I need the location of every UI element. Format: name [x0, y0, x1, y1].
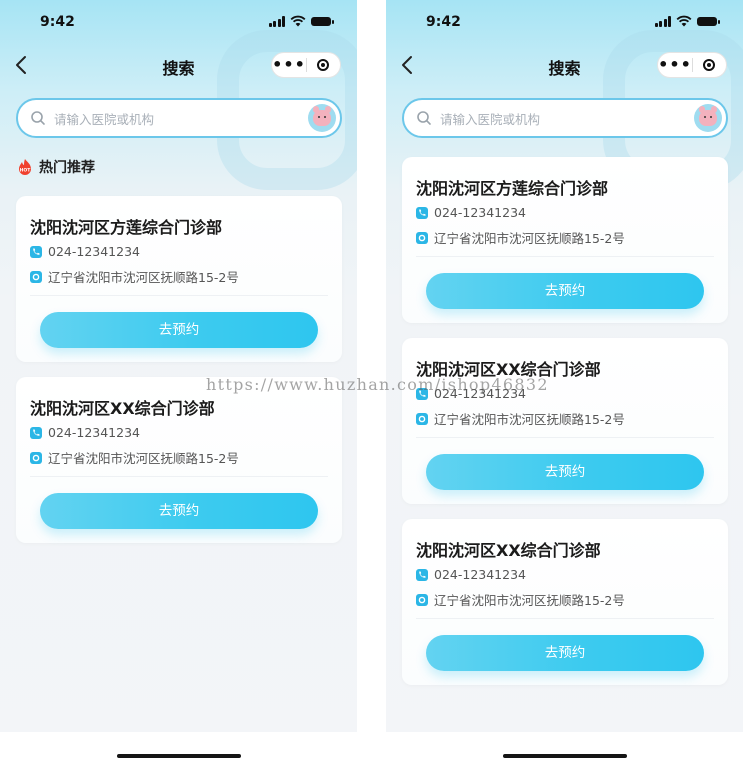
clinic-address-row: 辽宁省沈阳市沈河区抚顺路15-2号	[30, 267, 239, 286]
status-time: 9:42	[40, 14, 75, 30]
back-arrow-icon[interactable]	[12, 54, 32, 76]
search-icon	[417, 111, 431, 125]
clinic-address-row: 辽宁省沈阳市沈河区抚顺路15-2号	[416, 409, 625, 428]
phone-icon	[30, 245, 42, 258]
clinic-address-row: 辽宁省沈阳市沈河区抚顺路15-2号	[416, 590, 625, 609]
miniprogram-capsule: •••	[271, 52, 341, 78]
search-bar[interactable]: 请输入医院或机构	[402, 98, 728, 138]
card-divider	[30, 476, 328, 477]
clinic-card[interactable]: 沈阳沈河区XX综合门诊部 024-12341234 辽宁省沈阳市沈河区抚顺路15…	[16, 377, 342, 543]
clinic-name: 沈阳沈河区方莲综合门诊部	[416, 179, 609, 198]
clinic-card[interactable]: 沈阳沈河区XX综合门诊部 024-12341234 辽宁省沈阳市沈河区抚顺路15…	[402, 338, 728, 504]
target-icon	[317, 59, 330, 71]
clinic-address: 辽宁省沈阳市沈河区抚顺路15-2号	[434, 231, 625, 246]
home-indicator[interactable]	[116, 754, 241, 758]
battery-icon	[697, 16, 720, 26]
clinic-address: 辽宁省沈阳市沈河区抚顺路15-2号	[434, 593, 625, 608]
system-status-icons	[654, 15, 720, 27]
book-appointment-button[interactable]: 去预约	[40, 312, 318, 348]
system-status-icons	[268, 15, 334, 27]
card-divider	[416, 256, 714, 257]
hot-recommend-label: 热门推荐	[39, 160, 95, 176]
location-pin-icon	[416, 231, 428, 244]
more-menu-button[interactable]: •••	[658, 55, 692, 75]
book-appointment-button[interactable]: 去预约	[426, 273, 704, 309]
target-icon	[703, 59, 716, 71]
clinic-phone: 024-12341234	[48, 425, 140, 440]
clinic-phone-row: 024-12341234	[416, 205, 526, 220]
status-time: 9:42	[426, 14, 461, 30]
watermark-text: https://www.huzhan.com/ishop46832	[206, 375, 549, 394]
clinic-phone-row: 024-12341234	[30, 425, 140, 440]
card-divider	[416, 437, 714, 438]
wifi-icon	[290, 15, 306, 27]
mascot-avatar[interactable]	[694, 104, 722, 132]
clinic-name: 沈阳沈河区XX综合门诊部	[416, 541, 601, 560]
battery-icon	[311, 16, 334, 26]
search-icon	[31, 111, 45, 125]
mascot-avatar[interactable]	[308, 104, 336, 132]
search-input[interactable]: 请输入医院或机构	[440, 109, 694, 128]
phone-icon	[416, 568, 428, 581]
miniprogram-capsule: •••	[657, 52, 727, 78]
back-arrow-icon[interactable]	[398, 54, 418, 76]
signal-icon	[654, 15, 671, 27]
close-miniprogram-button[interactable]	[307, 59, 340, 71]
location-pin-icon	[30, 451, 42, 464]
clinic-address: 辽宁省沈阳市沈河区抚顺路15-2号	[48, 451, 239, 466]
fire-icon: HOT	[19, 159, 32, 175]
card-divider	[416, 618, 714, 619]
clinic-address-row: 辽宁省沈阳市沈河区抚顺路15-2号	[416, 228, 625, 247]
clinic-address-row: 辽宁省沈阳市沈河区抚顺路15-2号	[30, 448, 239, 467]
wifi-icon	[676, 15, 692, 27]
clinic-phone: 024-12341234	[48, 244, 140, 259]
phone-icon	[416, 206, 428, 219]
bottom-bar	[0, 732, 357, 770]
home-indicator[interactable]	[502, 754, 627, 758]
book-appointment-button[interactable]: 去预约	[40, 493, 318, 529]
clinic-card[interactable]: 沈阳沈河区方莲综合门诊部 024-12341234 辽宁省沈阳市沈河区抚顺路15…	[402, 157, 728, 323]
clinic-phone: 024-12341234	[434, 205, 526, 220]
location-pin-icon	[30, 270, 42, 283]
clinic-name: 沈阳沈河区XX综合门诊部	[30, 399, 215, 418]
card-divider	[30, 295, 328, 296]
book-appointment-button[interactable]: 去预约	[426, 635, 704, 671]
hot-recommend-header: HOT 热门推荐	[16, 157, 95, 177]
svg-text:HOT: HOT	[20, 168, 32, 174]
clinic-address: 辽宁省沈阳市沈河区抚顺路15-2号	[434, 412, 625, 427]
clinic-phone: 024-12341234	[434, 567, 526, 582]
clinic-name: 沈阳沈河区方莲综合门诊部	[30, 218, 223, 237]
clinic-card[interactable]: 沈阳沈河区方莲综合门诊部 024-12341234 辽宁省沈阳市沈河区抚顺路15…	[16, 196, 342, 362]
clinic-phone-row: 024-12341234	[416, 567, 526, 582]
clinic-phone-row: 024-12341234	[30, 244, 140, 259]
location-pin-icon	[416, 593, 428, 606]
more-menu-button[interactable]: •••	[272, 55, 306, 75]
search-bar[interactable]: 请输入医院或机构	[16, 98, 342, 138]
bottom-bar	[386, 732, 743, 770]
close-miniprogram-button[interactable]	[693, 59, 726, 71]
phone-icon	[30, 426, 42, 439]
book-appointment-button[interactable]: 去预约	[426, 454, 704, 490]
clinic-address: 辽宁省沈阳市沈河区抚顺路15-2号	[48, 270, 239, 285]
signal-icon	[268, 15, 285, 27]
search-input[interactable]: 请输入医院或机构	[54, 109, 308, 128]
location-pin-icon	[416, 412, 428, 425]
clinic-card[interactable]: 沈阳沈河区XX综合门诊部 024-12341234 辽宁省沈阳市沈河区抚顺路15…	[402, 519, 728, 685]
